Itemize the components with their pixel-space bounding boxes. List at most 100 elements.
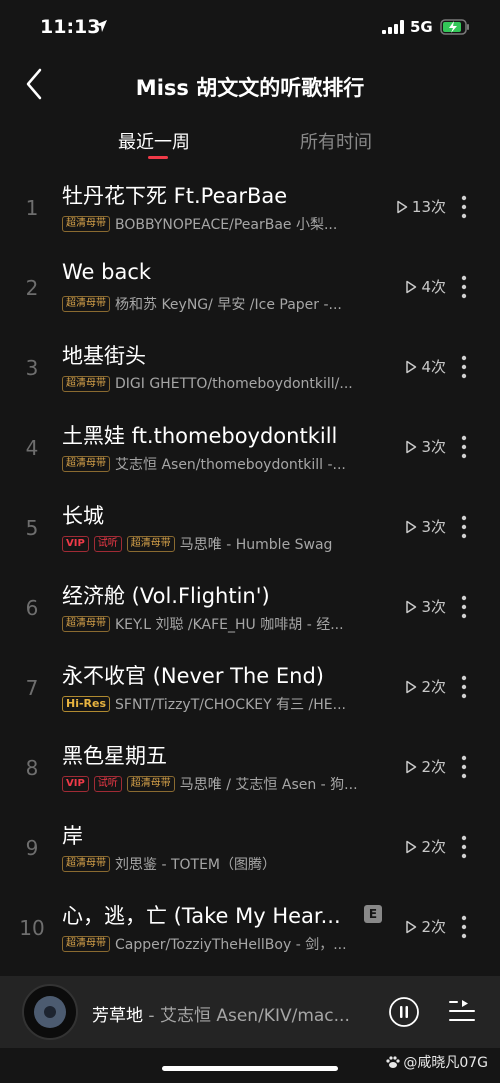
vip-tag: VIP: [62, 536, 89, 552]
song-rank: 6: [25, 596, 39, 620]
song-artist: 杨和苏 KeyNG/ 早安 /Ice Paper -...: [115, 297, 342, 313]
song-row[interactable]: 5 长城 VIP 试听 超清母带 马思唯 - Humble Swag 3次: [0, 488, 500, 568]
play-triangle-icon: [397, 200, 408, 213]
play-count: 13次: [386, 196, 446, 217]
play-triangle-icon: [406, 600, 417, 613]
song-row[interactable]: 9 岸超清母带 刘思鉴 - TOTEM（图腾） 2次: [0, 808, 500, 888]
song-row[interactable]: 4 土黑娃 ft.thomeboydontkill 超清母带 艾志恒 Asen/tho…: [0, 408, 500, 488]
more-options-icon[interactable]: [456, 594, 472, 620]
song-row[interactable]: 10 心，逃，亡 (Take My Hear... E 超清母带 Capper/Tozz…: [0, 888, 500, 968]
song-row[interactable]: 2 We back 超清母带 杨和苏 KeyNG/ 早安 /Ice Paper -..…: [0, 248, 500, 328]
song-meta: VIP 试听 超清母带 马思唯 - Humble Swag: [62, 534, 382, 554]
song-meta: 超清母带 Capper/TozziyTheHellBoy - 剑，...: [62, 934, 382, 954]
play-triangle-icon: [406, 520, 417, 533]
song-artist: 马思唯 - Humble Swag: [179, 537, 333, 553]
song-row[interactable]: 8 黑色星期五 VIP 试听 超清母带 马思唯 / 艾志恒 Asen - 狗... 2次: [0, 728, 500, 808]
song-artist: BOBBYNOPEACE/PearBae 小梨...: [115, 217, 338, 233]
song-rank: 7: [25, 676, 39, 700]
song-artist: 马思唯 / 艾志恒 Asen - 狗...: [179, 777, 358, 793]
song-row[interactable]: 3 地基街头超清母带 DIGI GHETTO/thomeboydontkill/..…: [0, 328, 500, 408]
explicit-badge: E: [364, 905, 382, 923]
song-title: 牡丹花下死 Ft.PearBae: [62, 184, 288, 208]
disc-center: [44, 1006, 56, 1018]
hi-res-tag: Hi-Res: [62, 696, 111, 712]
song-title: 永不收官 (Never The End): [62, 664, 324, 688]
master-quality-tag: 超清母带: [62, 936, 110, 952]
now-playing-text[interactable]: 芳草地 - 艾志恒 Asen/KIV/mac...: [92, 1001, 372, 1026]
play-count-value: 2次: [421, 758, 446, 776]
song-rank: 2: [25, 276, 39, 300]
more-options-icon[interactable]: [456, 674, 472, 700]
vip-tag: VIP: [62, 776, 89, 792]
play-count-value: 3次: [421, 518, 446, 536]
play-triangle-icon: [406, 280, 417, 293]
location-arrow-icon: [95, 20, 107, 32]
more-options-icon[interactable]: [456, 434, 472, 460]
album-cover[interactable]: [22, 984, 78, 1040]
song-title: 黑色星期五: [62, 744, 167, 768]
preview-tag: 试听: [93, 536, 122, 552]
song-meta: VIP 试听 超清母带 马思唯 / 艾志恒 Asen - 狗...: [62, 774, 382, 794]
now-playing-artist: 艾志恒 Asen/KIV/mac...: [159, 1006, 350, 1026]
play-count-value: 3次: [421, 598, 446, 616]
master-quality-tag: 超清母带: [62, 456, 110, 472]
master-quality-tag: 超清母带: [62, 376, 110, 392]
song-row[interactable]: 1 牡丹花下死 Ft.PearBae 超清母带 BOBBYNOPEACE/PearBa…: [0, 168, 500, 248]
playlist-icon[interactable]: [448, 998, 476, 1026]
song-rank: 3: [25, 356, 39, 380]
song-rank: 5: [25, 516, 39, 540]
play-count: 3次: [386, 436, 446, 457]
more-options-icon[interactable]: [456, 274, 472, 300]
play-triangle-icon: [406, 360, 417, 373]
song-title: 地基街头: [62, 344, 146, 368]
network-type: 5G: [410, 18, 433, 36]
song-rank: 8: [25, 756, 39, 780]
song-rank: 10: [19, 916, 45, 940]
song-meta: 超清母带 艾志恒 Asen/thomeboydontkill -...: [62, 454, 382, 474]
mini-player[interactable]: 芳草地 - 艾志恒 Asen/KIV/mac...: [0, 976, 500, 1048]
song-title: We back: [62, 260, 152, 284]
song-artist: 艾志恒 Asen/thomeboydontkill -...: [115, 457, 346, 473]
now-playing-title: 芳草地: [92, 1006, 143, 1026]
nav-header: Miss 胡文文的听歌排行: [0, 56, 500, 116]
play-count: 3次: [386, 516, 446, 537]
song-rank: 1: [25, 196, 39, 220]
play-count-value: 2次: [421, 918, 446, 936]
master-quality-tag: 超清母带: [126, 776, 175, 792]
song-title: 岸: [62, 824, 83, 848]
play-count: 4次: [386, 356, 446, 377]
song-artist: Capper/TozziyTheHellBoy - 剑，...: [115, 937, 347, 953]
song-row[interactable]: 7 永不收官 (Never The End) Hi-Res SFNT/TizzyT/C…: [0, 648, 500, 728]
pause-button[interactable]: [388, 996, 420, 1028]
song-title: 土黑娃 ft.thomeboydontkill: [62, 424, 338, 448]
more-options-icon[interactable]: [456, 354, 472, 380]
signal-strength-icon: [382, 20, 404, 34]
preview-tag: 试听: [93, 776, 122, 792]
play-count-value: 2次: [421, 838, 446, 856]
master-quality-tag: 超清母带: [62, 296, 110, 312]
status-bar: 11:13 5G: [0, 0, 500, 56]
tab-recent-week[interactable]: 最近一周: [118, 128, 190, 154]
paw-icon: [386, 1056, 400, 1068]
more-options-icon[interactable]: [456, 834, 472, 860]
song-artist: DIGI GHETTO/thomeboydontkill/...: [115, 376, 353, 392]
now-playing-separator: -: [143, 1006, 160, 1026]
more-options-icon[interactable]: [456, 754, 472, 780]
song-meta: 超清母带 KEY.L 刘聪 /KAFE_HU 咖啡胡 - 经...: [62, 614, 382, 634]
play-count-value: 3次: [421, 438, 446, 456]
battery-charging-icon: [440, 19, 469, 35]
more-options-icon[interactable]: [456, 514, 472, 540]
more-options-icon[interactable]: [456, 194, 472, 220]
tab-all-time[interactable]: 所有时间: [300, 128, 372, 154]
song-row[interactable]: 6 经济舱 (Vol.Flightin') 超清母带 KEY.L 刘聪 /KAFE_H…: [0, 568, 500, 648]
active-tab-indicator: [148, 156, 168, 159]
song-meta: 超清母带 刘思鉴 - TOTEM（图腾）: [62, 854, 382, 874]
song-rank: 9: [25, 836, 39, 860]
master-quality-tag: 超清母带: [62, 856, 110, 872]
watermark: @咸晓凡07G: [385, 1052, 488, 1072]
play-count-value: 2次: [421, 678, 446, 696]
more-options-icon[interactable]: [456, 914, 472, 940]
play-triangle-icon: [406, 680, 417, 693]
play-count: 2次: [386, 916, 446, 937]
song-meta: 超清母带 BOBBYNOPEACE/PearBae 小梨...: [62, 214, 382, 234]
